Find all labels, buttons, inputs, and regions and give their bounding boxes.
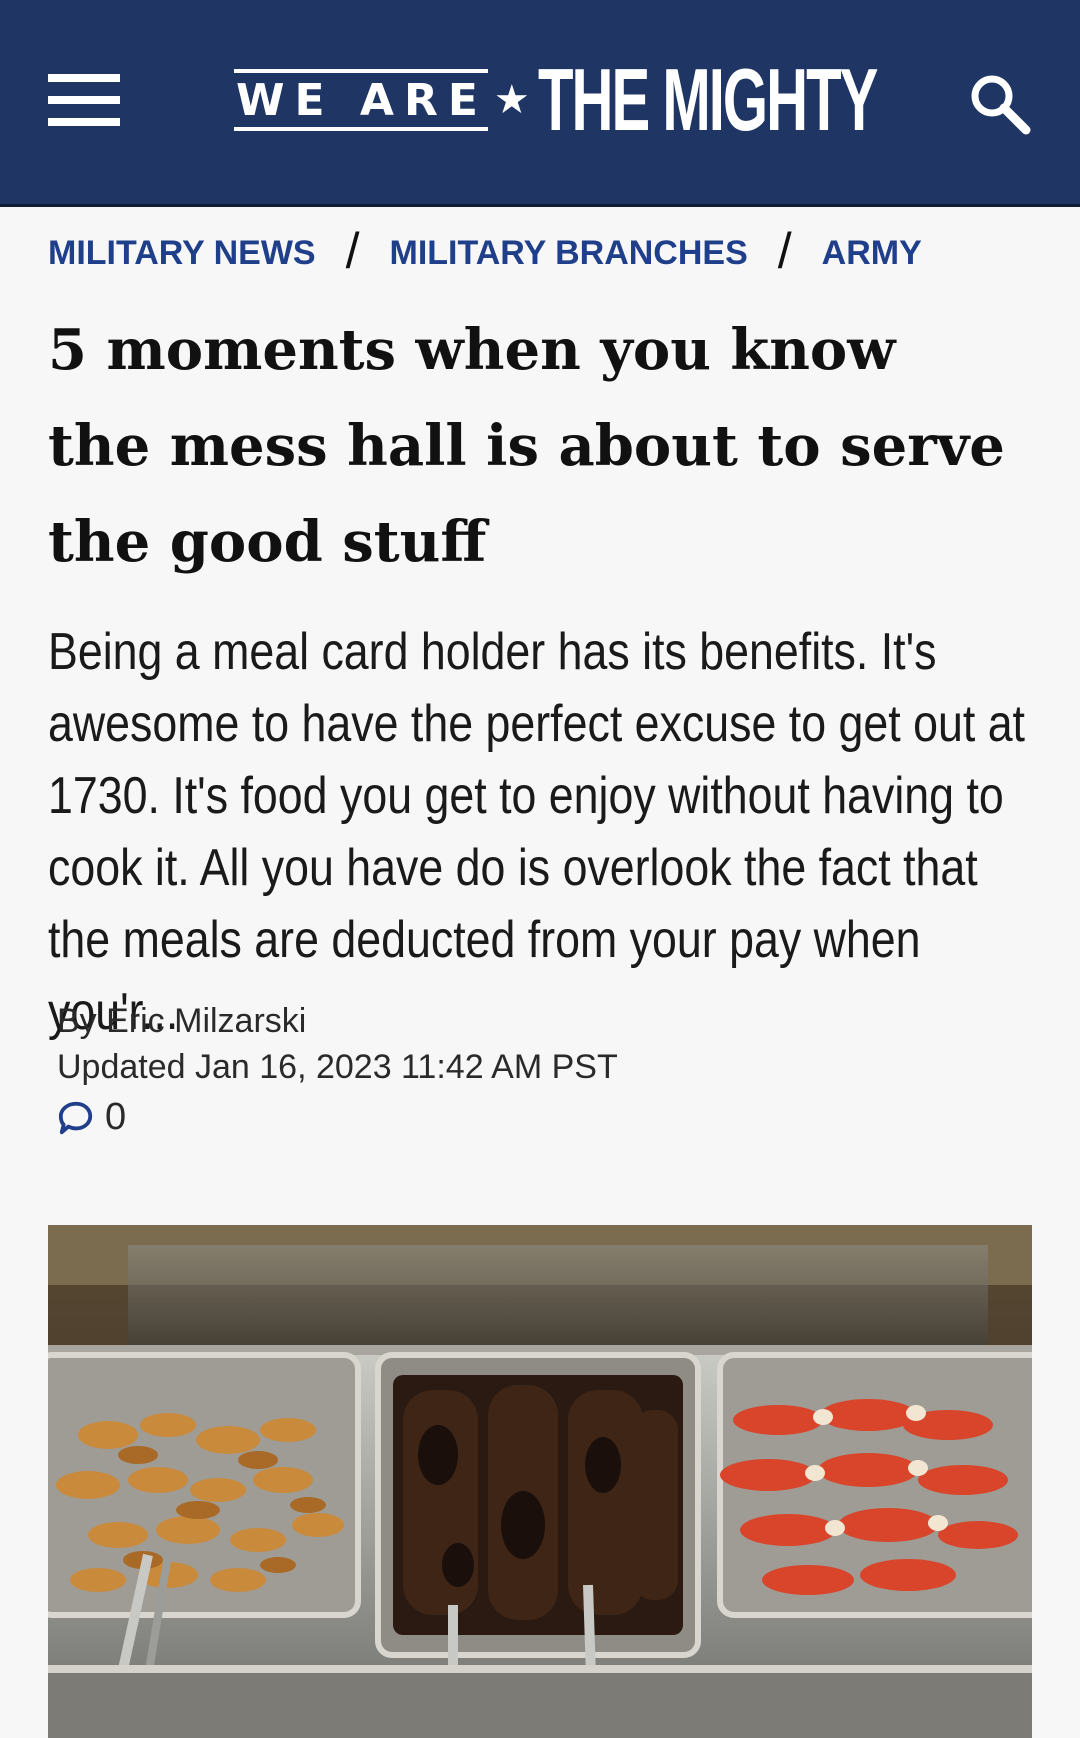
comment-count: 0 (105, 1096, 127, 1138)
logo-star-icon: ★ (493, 78, 530, 122)
article-excerpt: Being a meal card holder has its benefit… (48, 623, 1025, 1041)
breadcrumb-military-branches[interactable]: MILITARY BRANCHES (390, 234, 748, 273)
breadcrumb-separator: / (777, 223, 792, 279)
article-meta: By Eric Milzarski Updated Jan 16, 2023 1… (57, 998, 618, 1139)
comment-bubble-icon (58, 1101, 93, 1134)
hamburger-menu-icon[interactable] (48, 74, 120, 126)
article-updated-date: Updated Jan 16, 2023 11:42 AM PST (57, 1048, 618, 1086)
breadcrumb: MILITARY NEWS / MILITARY BRANCHES / ARMY (48, 223, 922, 282)
hero-image (48, 1225, 1032, 1738)
site-logo[interactable]: WE ARE ★ THE MIGHTY (234, 50, 1050, 149)
breadcrumb-military-news[interactable]: MILITARY NEWS (48, 234, 316, 273)
article-title: 5 moments when you know the mess hall is… (48, 317, 1005, 575)
article-byline[interactable]: By Eric Milzarski (57, 998, 618, 1044)
breadcrumb-army[interactable]: ARMY (822, 234, 922, 273)
logo-the-mighty: THE MIGHTY (537, 50, 878, 149)
site-header: WE ARE ★ THE MIGHTY (0, 0, 1080, 207)
mess-hall-food-photo (48, 1225, 1032, 1738)
breadcrumb-separator: / (345, 223, 360, 279)
comments-link[interactable]: 0 (57, 1096, 618, 1139)
search-icon[interactable] (968, 72, 1032, 136)
menu-bar (48, 118, 120, 126)
logo-we-are: WE ARE (234, 69, 488, 131)
menu-bar (48, 74, 120, 82)
menu-bar (48, 96, 120, 104)
